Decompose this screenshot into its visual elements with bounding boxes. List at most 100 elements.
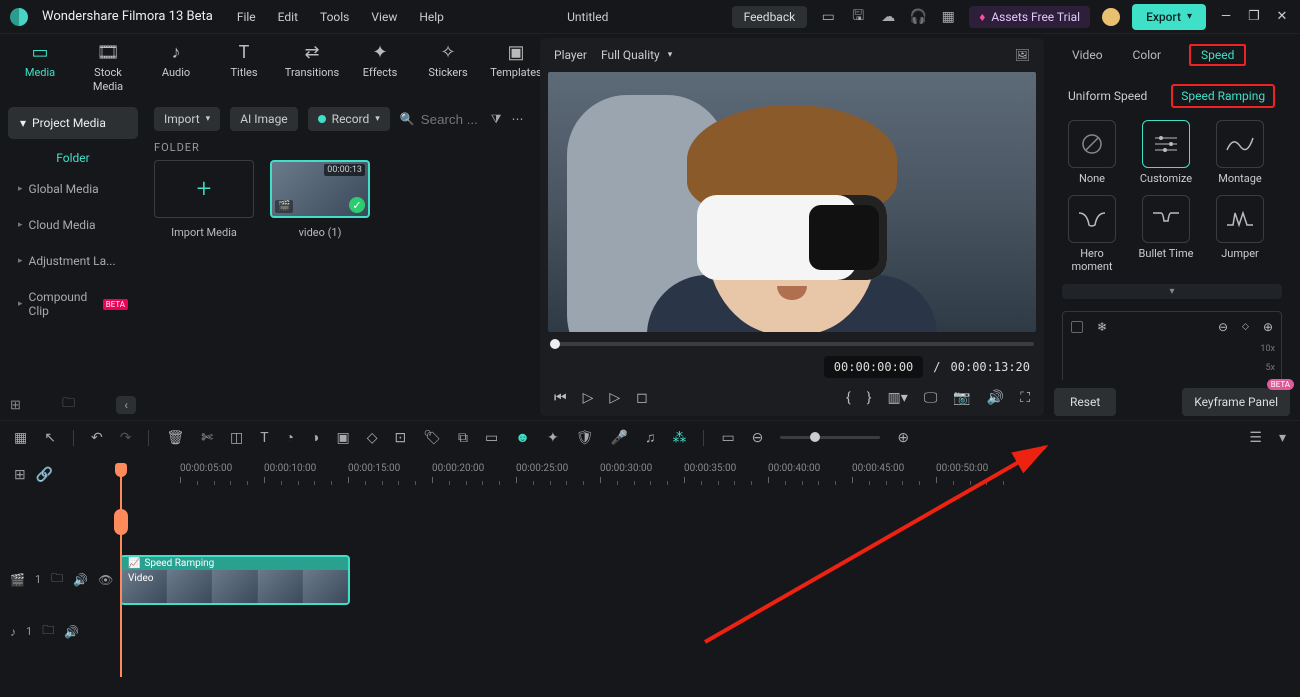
tab-video-props[interactable]: Video bbox=[1070, 44, 1105, 66]
timeline-clip[interactable]: 📈Speed Ramping Video bbox=[120, 555, 350, 605]
preset-jumper[interactable]: Jumper bbox=[1210, 195, 1270, 273]
cut-icon[interactable]: ✄ bbox=[201, 430, 213, 446]
avatar-icon[interactable] bbox=[1102, 8, 1120, 26]
track-eye-icon[interactable]: 👁 bbox=[98, 573, 113, 587]
tab-templates[interactable]: ▣Templates bbox=[486, 38, 546, 97]
feedback-button[interactable]: Feedback bbox=[732, 6, 808, 28]
sidebar-global-media[interactable]: ▸Global Media bbox=[8, 173, 138, 205]
magnet-icon[interactable]: ▦ bbox=[14, 430, 27, 446]
play-range-button[interactable]: ▷ bbox=[609, 390, 620, 406]
speed-graph[interactable]: ❄ ⊖ ◇ ⊕ 10x 5x 1x 0.5x 0.1x bbox=[1062, 311, 1282, 380]
preset-montage[interactable]: Montage bbox=[1210, 120, 1270, 185]
quality-dropdown[interactable]: Full Quality▾ bbox=[601, 48, 672, 62]
menu-view[interactable]: View bbox=[371, 10, 397, 24]
tab-color-props[interactable]: Color bbox=[1131, 44, 1163, 66]
add-keyframe-icon[interactable]: ⊕ bbox=[1263, 320, 1273, 334]
tab-effects[interactable]: ✦Effects bbox=[350, 38, 410, 97]
shield-icon[interactable]: 🛡 bbox=[576, 430, 594, 446]
collapse-sidebar-button[interactable]: ‹ bbox=[116, 396, 136, 414]
tab-stickers[interactable]: ✧Stickers bbox=[418, 38, 478, 97]
volume-icon[interactable]: 🔊 bbox=[987, 390, 1004, 406]
audio-track-icon[interactable]: ♪ bbox=[10, 625, 16, 639]
assets-trial-button[interactable]: ♦ Assets Free Trial bbox=[969, 6, 1090, 28]
reset-button[interactable]: Reset bbox=[1054, 388, 1116, 416]
subtab-uniform-speed[interactable]: Uniform Speed bbox=[1062, 85, 1153, 107]
fullscreen-icon[interactable]: ⛶ bbox=[1020, 390, 1030, 406]
tl-more-icon[interactable]: ▾ bbox=[1279, 430, 1286, 446]
sparkle-icon[interactable]: ✦ bbox=[547, 430, 559, 446]
project-media-button[interactable]: ▾ Project Media bbox=[8, 107, 138, 139]
filter-icon[interactable]: ⧩ bbox=[491, 112, 502, 127]
track-add-icon[interactable]: ⊞ bbox=[14, 467, 26, 483]
import-media-card[interactable]: + Import Media bbox=[154, 160, 254, 239]
sidebar-compound-clip[interactable]: ▸Compound ClipBETA bbox=[8, 281, 138, 327]
zoom-out-icon[interactable]: ⊖ bbox=[752, 430, 764, 446]
close-button[interactable]: ✕ bbox=[1274, 9, 1290, 24]
maximize-button[interactable]: ❐ bbox=[1246, 9, 1262, 24]
import-dropdown[interactable]: Import▾ bbox=[154, 107, 220, 131]
tab-titles[interactable]: TTitles bbox=[214, 38, 274, 97]
preset-bullet-time[interactable]: Bullet Time bbox=[1136, 195, 1196, 273]
keyframe-panel-button[interactable]: Keyframe Panel BETA bbox=[1182, 388, 1290, 416]
audio-track-mute-icon[interactable]: 🔊 bbox=[64, 625, 79, 639]
prev-frame-button[interactable]: ⏮ bbox=[554, 390, 567, 406]
media-clip-card[interactable]: 00:00:13 🎬 ✓ video (1) bbox=[270, 160, 370, 239]
link-icon[interactable]: ⧉ bbox=[458, 430, 468, 446]
zoom-slider[interactable] bbox=[780, 436, 880, 439]
folder-label[interactable]: Folder bbox=[8, 143, 138, 173]
speed-tl-icon[interactable]: ◔ bbox=[286, 429, 294, 446]
delete-icon[interactable]: 🗑 bbox=[166, 430, 184, 446]
timeline-ruler[interactable]: 00:00:05:0000:00:10:0000:00:15:0000:00:2… bbox=[120, 463, 1300, 497]
expand-presets-button[interactable]: ▾ bbox=[1062, 284, 1282, 299]
device-icon[interactable]: ▭ bbox=[819, 9, 837, 25]
snapshot-icon[interactable]: 🖼 bbox=[1015, 48, 1030, 62]
tab-speed-props[interactable]: Speed bbox=[1189, 44, 1246, 66]
tab-media[interactable]: ▭Media bbox=[10, 38, 70, 97]
mark-in-icon[interactable]: { bbox=[846, 390, 851, 406]
color-tl-icon[interactable]: ◑ bbox=[311, 429, 319, 446]
freeze-frame-icon[interactable]: ❄ bbox=[1097, 320, 1107, 334]
toggle-checkbox-icon[interactable] bbox=[1071, 321, 1083, 333]
new-folder-icon[interactable]: ⊞ bbox=[10, 398, 21, 413]
marker-tl-icon[interactable]: ▭ bbox=[721, 430, 734, 446]
split-icon[interactable]: ⁂ bbox=[672, 430, 686, 446]
subtab-speed-ramping[interactable]: Speed Ramping bbox=[1171, 84, 1275, 108]
music-tl-icon[interactable]: ♫ bbox=[645, 429, 656, 446]
menu-help[interactable]: Help bbox=[419, 10, 444, 24]
sidebar-adjustment-layer[interactable]: ▸Adjustment La... bbox=[8, 245, 138, 277]
menu-file[interactable]: File bbox=[237, 10, 256, 24]
preset-customize[interactable]: Customize bbox=[1136, 120, 1196, 185]
ai-image-button[interactable]: AI Image bbox=[230, 107, 297, 131]
aspect-icon[interactable]: ▥▾ bbox=[888, 390, 908, 406]
export-button[interactable]: Export ▾ bbox=[1132, 4, 1206, 30]
video-preview[interactable] bbox=[548, 72, 1036, 332]
display-icon[interactable]: 🖵 bbox=[924, 390, 938, 406]
keyframe-dot-icon[interactable]: ◇ bbox=[1242, 322, 1249, 332]
track-link-icon[interactable]: 🔗 bbox=[36, 467, 53, 483]
zoom-in-icon[interactable]: ⊕ bbox=[897, 430, 909, 446]
save-icon[interactable]: 🖫 bbox=[849, 5, 867, 29]
remove-keyframe-icon[interactable]: ⊖ bbox=[1218, 320, 1228, 334]
sidebar-cloud-media[interactable]: ▸Cloud Media bbox=[8, 209, 138, 241]
tag-icon[interactable]: 🏷 bbox=[423, 430, 441, 446]
menu-tools[interactable]: Tools bbox=[320, 10, 349, 24]
tab-stock-media[interactable]: 🎞Stock Media bbox=[78, 38, 138, 97]
list-view-icon[interactable]: ☰ bbox=[1249, 430, 1262, 446]
more-icon[interactable]: ⋯ bbox=[511, 112, 523, 126]
track-lock-icon[interactable]: 🗀 bbox=[51, 569, 63, 590]
track-mute-icon[interactable]: 🔊 bbox=[73, 573, 88, 587]
face-icon[interactable]: ☻ bbox=[515, 429, 530, 446]
select-tool-icon[interactable]: ↖ bbox=[44, 430, 56, 446]
preset-hero-moment[interactable]: Hero moment bbox=[1062, 195, 1122, 273]
cloud-icon[interactable]: ☁ bbox=[879, 9, 897, 25]
mic-tl-icon[interactable]: 🎤 bbox=[611, 430, 628, 446]
play-button[interactable]: ▷ bbox=[583, 390, 594, 406]
minimize-button[interactable]: — bbox=[1218, 9, 1234, 24]
overlay-icon[interactable]: ▣ bbox=[336, 430, 349, 446]
focus-icon[interactable]: ⊡ bbox=[395, 430, 407, 446]
crop-icon[interactable]: ◫ bbox=[230, 430, 243, 446]
tab-transitions[interactable]: ⇄Transitions bbox=[282, 38, 342, 97]
playhead[interactable] bbox=[120, 463, 122, 677]
capture-icon[interactable]: 📷 bbox=[953, 390, 970, 406]
video-track-icon[interactable]: 🎬 bbox=[10, 573, 25, 587]
